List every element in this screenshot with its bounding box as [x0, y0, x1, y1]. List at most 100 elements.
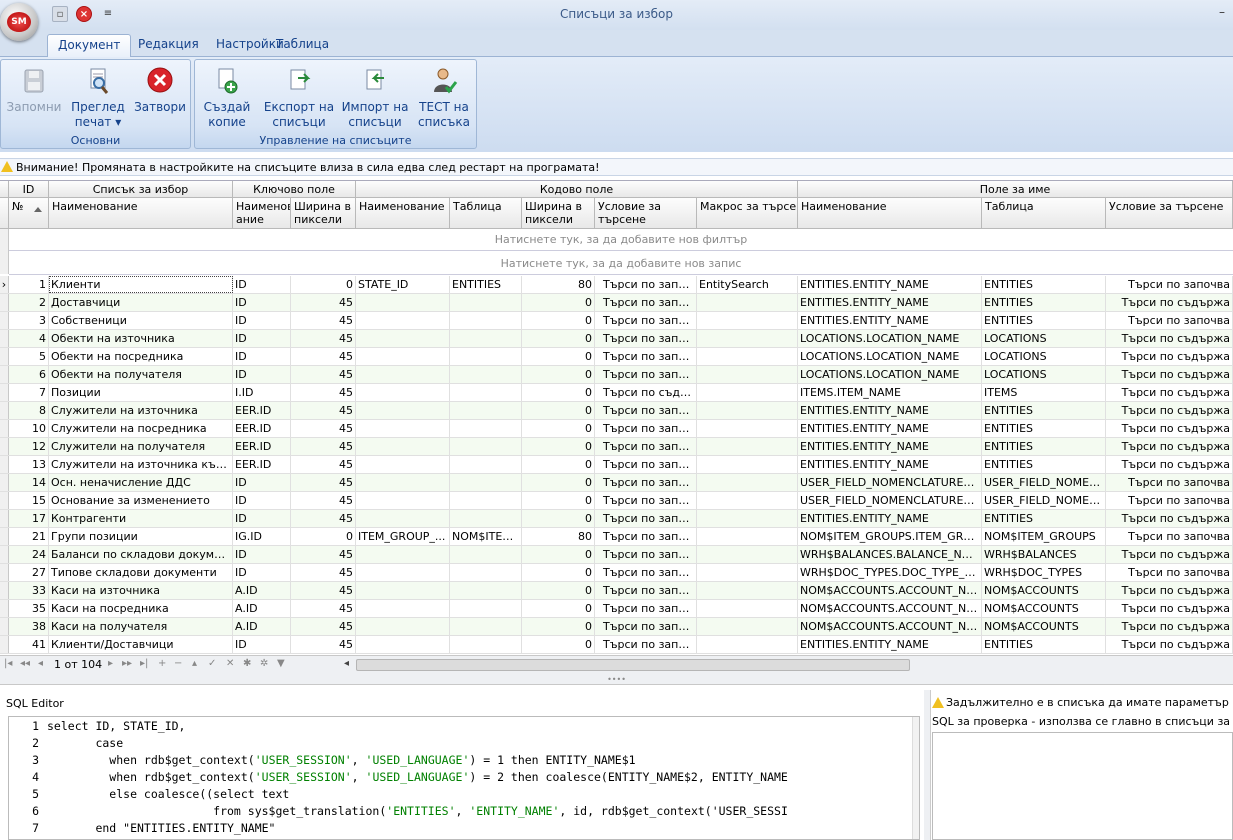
cell-code-width[interactable]: 0 — [522, 294, 595, 311]
cell-key-width[interactable]: 45 — [291, 474, 356, 491]
cell-key-field[interactable]: A.ID — [233, 582, 291, 599]
cell-code-search[interactable]: Търси по започва — [595, 330, 697, 347]
tab-table[interactable]: Таблица — [266, 34, 339, 57]
cell-code-search[interactable]: Търси по започва — [595, 492, 697, 509]
cell-key-field[interactable]: ID — [233, 348, 291, 365]
cell-key-field[interactable]: A.ID — [233, 600, 291, 617]
nav-edit-icon[interactable]: ▴ — [192, 658, 197, 669]
cell-code-field[interactable] — [356, 330, 450, 347]
cell-code-field[interactable] — [356, 312, 450, 329]
new-record-row[interactable]: Натиснете тук, за да добавите нов запис — [9, 253, 1233, 275]
cell-row-number[interactable]: 3 — [9, 312, 49, 329]
cell-name-field[interactable]: LOCATIONS.LOCATION_NAME — [798, 348, 982, 365]
cell-search-macro[interactable] — [697, 438, 798, 455]
cell-row-number[interactable]: 7 — [9, 384, 49, 401]
cell-code-search[interactable]: Търси по започва — [595, 528, 697, 545]
cell-code-table[interactable] — [450, 420, 522, 437]
cell-name-table[interactable]: ENTITIES — [982, 402, 1106, 419]
column-list-name[interactable]: Наименование — [49, 198, 233, 229]
cell-name-table[interactable]: NOM$ACCOUNTS — [982, 582, 1106, 599]
table-row[interactable]: 5 Обекти на посредника ID 45 0 Търси по започ… — [0, 348, 1233, 366]
cell-code-table[interactable] — [450, 582, 522, 599]
column-code-width[interactable]: Ширина в пиксели — [522, 198, 595, 229]
cell-code-field[interactable] — [356, 420, 450, 437]
nav-goto-bookmark-icon[interactable]: ✲ — [260, 658, 268, 669]
cell-name-table[interactable]: LOCATIONS — [982, 366, 1106, 383]
cell-key-field[interactable]: IG.ID — [233, 528, 291, 545]
row-indicator[interactable] — [0, 492, 9, 509]
cell-code-width[interactable]: 0 — [522, 582, 595, 599]
cell-name-search[interactable]: Търси по съдържа — [1106, 510, 1233, 527]
cell-key-width[interactable]: 45 — [291, 564, 356, 581]
table-row[interactable]: 33 Каси на източника A.ID 45 0 Търси по започ… — [0, 582, 1233, 600]
application-menu-button[interactable]: SM — [0, 3, 38, 41]
cell-key-width[interactable]: 0 — [291, 528, 356, 545]
cell-name-search[interactable]: Търси по съдържа — [1106, 420, 1233, 437]
cell-search-macro[interactable] — [697, 618, 798, 635]
cell-key-width[interactable]: 45 — [291, 438, 356, 455]
row-indicator[interactable] — [0, 456, 9, 473]
nav-bookmark-icon[interactable]: ✱ — [243, 658, 251, 669]
cell-name-table[interactable]: USER_FIELD_NOMEN... — [982, 474, 1106, 491]
table-row[interactable]: 13 Служители на източника къст. EER.ID 45 0 Т… — [0, 456, 1233, 474]
cell-key-field[interactable]: A.ID — [233, 618, 291, 635]
table-row[interactable]: 38 Каси на получателя A.ID 45 0 Търси по запо… — [0, 618, 1233, 636]
code-line[interactable]: else coalesce((select text — [47, 787, 289, 801]
band-code-field[interactable]: Кодово поле — [356, 181, 798, 198]
table-row[interactable]: 14 Осн. неначисление ДДС ID 45 0 Търси по зап… — [0, 474, 1233, 492]
editor-vertical-scrollbar[interactable] — [912, 717, 919, 839]
cell-search-macro[interactable] — [697, 366, 798, 383]
row-indicator[interactable] — [0, 348, 9, 365]
cell-name-search[interactable]: Търси по започва — [1106, 492, 1233, 509]
cell-key-field[interactable]: ID — [233, 564, 291, 581]
cell-list-name[interactable]: Обекти на посредника — [49, 348, 233, 365]
cell-search-macro[interactable] — [697, 636, 798, 653]
cell-name-search[interactable]: Търси по съдържа — [1106, 546, 1233, 563]
cell-search-macro[interactable] — [697, 456, 798, 473]
cell-name-table[interactable]: ITEMS — [982, 384, 1106, 401]
cell-code-search[interactable]: Търси по започва — [595, 294, 697, 311]
cell-name-field[interactable]: ENTITIES.ENTITY_NAME — [798, 456, 982, 473]
cell-list-name[interactable]: Позиции — [49, 384, 233, 401]
cell-code-table[interactable] — [450, 456, 522, 473]
cell-name-search[interactable]: Търси по съдържа — [1106, 384, 1233, 401]
test-list-button[interactable]: ТЕСТ на списъка — [413, 64, 475, 130]
cell-key-field[interactable]: ID — [233, 636, 291, 653]
column-name-field[interactable]: Наименование — [798, 198, 982, 229]
cell-code-search[interactable]: Търси по започва — [595, 348, 697, 365]
row-indicator[interactable] — [0, 618, 9, 635]
cell-name-search[interactable]: Търси по започва — [1106, 474, 1233, 491]
cell-name-table[interactable]: ENTITIES — [982, 294, 1106, 311]
cell-key-field[interactable]: ID — [233, 312, 291, 329]
cell-search-macro[interactable] — [697, 312, 798, 329]
scroll-left-icon[interactable]: ◂ — [344, 658, 349, 669]
cell-name-table[interactable]: ENTITIES — [982, 312, 1106, 329]
cell-name-field[interactable]: ENTITIES.ENTITY_NAME — [798, 294, 982, 311]
cell-key-field[interactable]: ID — [233, 366, 291, 383]
cell-name-field[interactable]: ENTITIES.ENTITY_NAME — [798, 312, 982, 329]
cell-row-number[interactable]: 1 — [9, 276, 49, 293]
cell-code-table[interactable] — [450, 348, 522, 365]
cell-code-field[interactable] — [356, 636, 450, 653]
code-line[interactable]: case — [47, 736, 123, 750]
cell-list-name[interactable]: Каси на посредника — [49, 600, 233, 617]
cell-list-name[interactable]: Обекти на получателя — [49, 366, 233, 383]
cell-code-width[interactable]: 0 — [522, 420, 595, 437]
cell-code-table[interactable] — [450, 600, 522, 617]
row-indicator[interactable] — [0, 312, 9, 329]
cell-code-field[interactable]: STATE_ID — [356, 276, 450, 293]
row-indicator[interactable] — [0, 510, 9, 527]
cell-key-field[interactable]: ID — [233, 474, 291, 491]
cell-row-number[interactable]: 38 — [9, 618, 49, 635]
row-indicator[interactable] — [0, 636, 9, 653]
cell-key-width[interactable]: 45 — [291, 420, 356, 437]
column-search-macro[interactable]: Макрос за търсене — [697, 198, 798, 229]
nav-append-icon[interactable]: + — [158, 658, 166, 669]
table-row[interactable]: 21 Групи позиции IG.ID 0 ITEM_GROUP_... NOM$I… — [0, 528, 1233, 546]
cell-code-field[interactable] — [356, 474, 450, 491]
cell-name-table[interactable]: ENTITIES — [982, 276, 1106, 293]
print-preview-button[interactable]: Преглед печат ▾ — [68, 64, 128, 130]
table-row[interactable]: 6 Обекти на получателя ID 45 0 Търси по започ… — [0, 366, 1233, 384]
cell-name-field[interactable]: ENTITIES.ENTITY_NAME — [798, 636, 982, 653]
cell-name-field[interactable]: ENTITIES.ENTITY_NAME — [798, 438, 982, 455]
